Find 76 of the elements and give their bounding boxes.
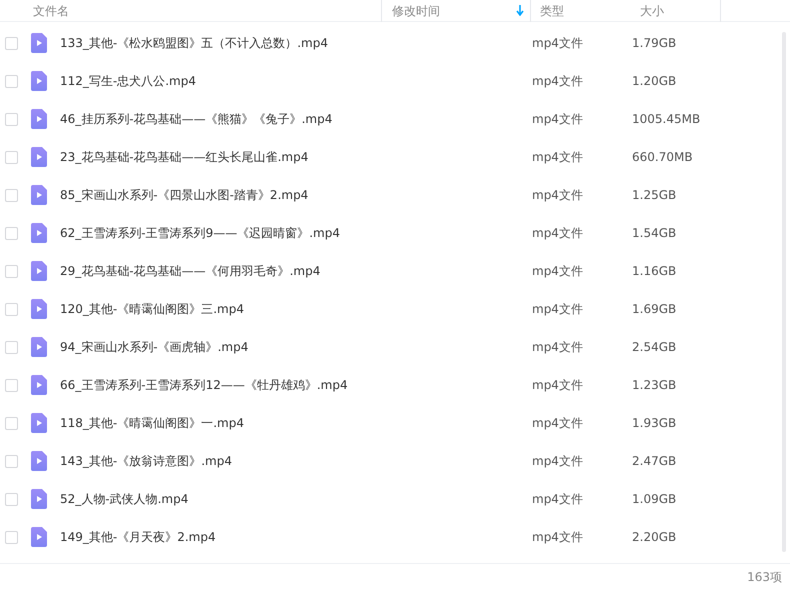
checkbox[interactable] [5,340,18,354]
file-name: 66_王雪涛系列-王雪涛系列12——《牡丹雄鸡》.mp4 [60,378,348,392]
checkbox[interactable] [5,378,18,392]
file-type: mp4文件 [532,416,583,430]
file-name: 118_其他-《晴霭仙阁图》一.mp4 [60,416,244,430]
file-name: 46_挂历系列-花鸟基础——《熊猫》《兔子》.mp4 [60,112,332,126]
file-type: mp4文件 [532,302,583,316]
column-header[interactable]: 大小 [640,2,664,20]
file-type: mp4文件 [532,36,583,50]
video-file-icon [31,413,47,433]
video-file-icon [31,223,47,243]
file-size: 1.54GB [632,226,676,240]
checkbox[interactable] [5,188,18,202]
item-count: 163项 [747,568,782,586]
file-size: 2.54GB [632,340,676,354]
file-size: 1.09GB [632,492,676,506]
file-type: mp4文件 [532,454,583,468]
column-header[interactable]: 修改时间 [392,2,440,20]
file-size: 1.25GB [632,188,676,202]
sort-arrow-icon[interactable] [516,5,524,16]
file-type: mp4文件 [532,530,583,544]
file-name: 62_王雪涛系列-王雪涛系列9——《迟园晴窗》.mp4 [60,226,340,240]
file-name: 133_其他-《松水鸥盟图》五（不计入总数）.mp4 [60,36,328,50]
video-file-icon [31,71,47,91]
file-type: mp4文件 [532,112,583,126]
file-size: 2.47GB [632,454,676,468]
file-type: mp4文件 [532,226,583,240]
video-file-icon [31,147,47,167]
video-file-icon [31,451,47,471]
video-file-icon [31,261,47,281]
column-header[interactable]: 文件名 [33,2,69,20]
file-name: 120_其他-《晴霭仙阁图》三.mp4 [60,302,244,316]
video-file-icon [31,109,47,129]
file-name: 94_宋画山水系列-《画虎轴》.mp4 [60,340,248,354]
file-type: mp4文件 [532,150,583,164]
checkbox[interactable] [5,492,18,506]
video-file-icon [31,375,47,395]
checkbox[interactable] [5,36,18,50]
file-type: mp4文件 [532,188,583,202]
checkbox[interactable] [5,264,18,278]
file-name: 85_宋画山水系列-《四景山水图-踏青》2.mp4 [60,188,308,202]
file-name: 143_其他-《放翁诗意图》.mp4 [60,454,232,468]
checkbox[interactable] [5,74,18,88]
checkbox[interactable] [5,416,18,430]
file-type: mp4文件 [532,378,583,392]
file-name: 149_其他-《月天夜》2.mp4 [60,530,216,544]
file-size: 1.93GB [632,416,676,430]
file-name: 23_花鸟基础-花鸟基础——红头长尾山雀.mp4 [60,150,308,164]
column-header[interactable]: 类型 [540,2,564,20]
file-size: 1.16GB [632,264,676,278]
video-file-icon [31,337,47,357]
file-type: mp4文件 [532,74,583,88]
checkbox[interactable] [5,112,18,126]
file-type: mp4文件 [532,264,583,278]
checkbox[interactable] [5,150,18,164]
file-name: 52_人物-武侠人物.mp4 [60,492,188,506]
file-name: 29_花鸟基础-花鸟基础——《何用羽毛奇》.mp4 [60,264,320,278]
file-type: mp4文件 [532,492,583,506]
file-size: 1005.45MB [632,112,700,126]
video-file-icon [31,185,47,205]
checkbox[interactable] [5,454,18,468]
video-file-icon [31,527,47,547]
checkbox[interactable] [5,530,18,544]
checkbox[interactable] [5,302,18,316]
file-size: 2.20GB [632,530,676,544]
file-type: mp4文件 [532,340,583,354]
file-size: 1.23GB [632,378,676,392]
video-file-icon [31,299,47,319]
file-size: 1.79GB [632,36,676,50]
checkbox[interactable] [5,226,18,240]
file-size: 1.69GB [632,302,676,316]
video-file-icon [31,33,47,53]
file-size: 660.70MB [632,150,693,164]
video-file-icon [31,489,47,509]
file-size: 1.20GB [632,74,676,88]
file-name: 112_写生-忠犬八公.mp4 [60,74,196,88]
